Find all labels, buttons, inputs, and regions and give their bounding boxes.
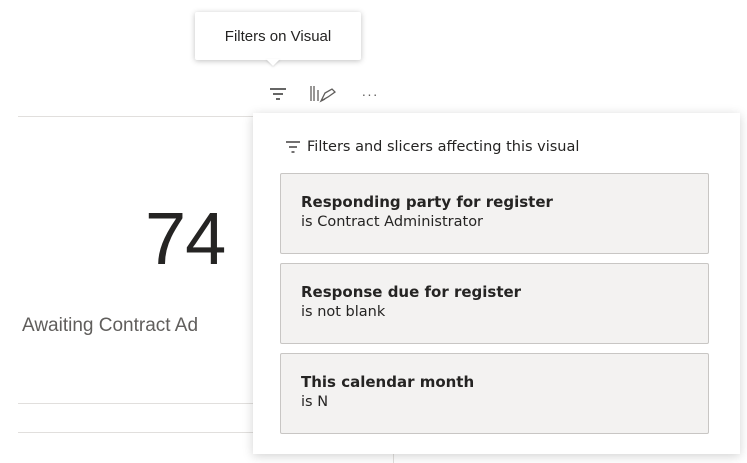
filter-name: Responding party for register (301, 193, 553, 211)
filter-card-responding-party[interactable]: Responding party for register is Contrac… (280, 173, 709, 254)
visual-border-top (18, 116, 264, 117)
more-options-icon[interactable]: ··· (357, 82, 383, 106)
report-canvas: 74 Awaiting Contract Ad Filters on Visua… (0, 0, 747, 463)
card-value: 74 (145, 197, 226, 280)
filter-condition: is not blank (301, 304, 386, 320)
filters-tooltip: Filters on Visual (195, 12, 361, 60)
flyout-header-text: Filters and slicers affecting this visua… (307, 139, 580, 155)
filter-small-icon (285, 140, 301, 154)
flyout-header: Filters and slicers affecting this visua… (285, 139, 579, 155)
filter-card-calendar-month[interactable]: This calendar month is N (280, 353, 709, 434)
filters-flyout: Filters and slicers affecting this visua… (253, 113, 740, 454)
filter-card-response-due[interactable]: Response due for register is not blank (280, 263, 709, 344)
filter-condition: is Contract Administrator (301, 214, 484, 230)
filter-name: Response due for register (301, 283, 522, 301)
filter-name: This calendar month (301, 373, 475, 391)
card-label: Awaiting Contract Ad (22, 315, 199, 336)
filter-icon[interactable] (266, 82, 290, 106)
tooltip-arrow (266, 59, 280, 66)
filter-condition: is N (301, 394, 329, 410)
focus-mode-icon[interactable] (306, 82, 340, 106)
